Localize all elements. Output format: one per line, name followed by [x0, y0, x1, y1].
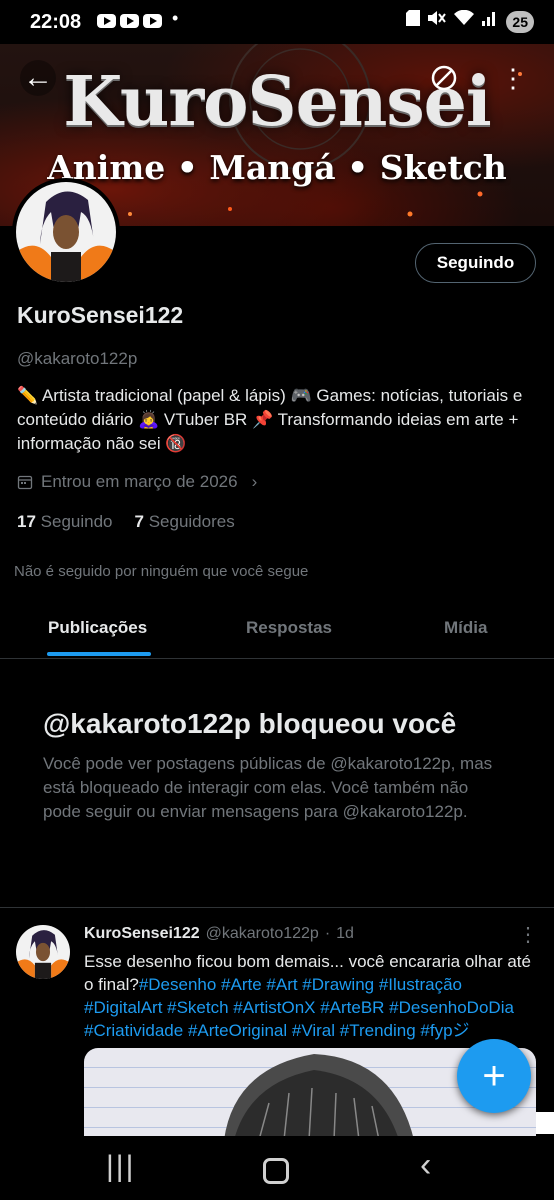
followers-count-link[interactable]: 7 Seguidores	[135, 512, 235, 532]
following-button[interactable]: Seguindo	[415, 243, 536, 283]
followers-count: 7	[134, 512, 144, 531]
post-hashtags[interactable]: #Desenho #Arte #Art #Drawing #Ilustração…	[84, 975, 514, 1040]
blocked-description: Você pode ver postagens públicas de @kak…	[43, 754, 493, 821]
status-time: 22:08	[30, 11, 82, 33]
active-tab-indicator	[47, 652, 151, 656]
back-nav-button[interactable]: ‹	[420, 1146, 431, 1185]
mute-icon	[428, 10, 447, 34]
post-avatar[interactable]	[16, 925, 70, 979]
avatar-image	[16, 182, 116, 282]
youtube-icon	[120, 14, 139, 28]
post-more-button[interactable]: ⋮	[518, 922, 538, 947]
tab-replies[interactable]: Respostas	[246, 618, 332, 638]
post-text: Esse desenho ficou bom demais... você en…	[84, 950, 536, 1042]
joined-date[interactable]: Entrou em março de 2026 ›	[17, 472, 257, 492]
profile-handle: @kakaroto122p	[17, 349, 138, 368]
post-time[interactable]: 1d	[336, 925, 354, 943]
youtube-icon	[143, 14, 162, 28]
ad-choices-icon[interactable]	[536, 1112, 554, 1134]
status-bar: 22:08 • 25	[0, 0, 554, 44]
battery-indicator: 25	[506, 11, 534, 33]
wifi-icon	[454, 9, 475, 34]
post-header: KuroSensei122 @kakaroto122p · 1d	[84, 925, 354, 943]
notification-dot: •	[172, 8, 179, 28]
banner-title: KuroSensei	[63, 62, 491, 142]
tab-posts[interactable]: Publicações	[48, 618, 147, 638]
divider	[0, 907, 554, 908]
block-icon	[431, 65, 457, 91]
calendar-icon	[17, 475, 33, 490]
chevron-right-icon: ›	[251, 472, 258, 491]
followers-label: Seguidores	[148, 512, 235, 531]
home-button[interactable]	[263, 1158, 289, 1184]
sd-card-icon	[406, 10, 421, 34]
youtube-icon	[97, 14, 116, 28]
following-count: 17	[17, 512, 36, 531]
plus-icon: +	[482, 1053, 506, 1098]
post-separator: ·	[324, 925, 331, 942]
recents-button[interactable]: |||	[106, 1150, 135, 1184]
avatar-image	[16, 925, 70, 979]
blocked-button[interactable]	[426, 60, 462, 96]
display-name: KuroSensei122	[17, 302, 184, 328]
tab-media[interactable]: Mídia	[444, 618, 487, 638]
signal-icon	[482, 10, 498, 34]
more-vertical-icon: ⋮	[518, 924, 538, 946]
following-label: Seguindo	[40, 512, 113, 531]
profile-avatar[interactable]	[12, 178, 120, 286]
more-vertical-icon: ⋮	[500, 62, 526, 93]
profile-bio: ✏️ Artista tradicional (papel & lápis) 🎮…	[17, 386, 523, 453]
arrow-left-icon: ←	[23, 61, 53, 94]
followers-you-know-note: Não é seguido por ninguém que você segue	[14, 563, 309, 580]
more-options-button[interactable]: ⋮	[495, 60, 531, 96]
profile-tabs: Publicações Respostas Mídia	[0, 600, 554, 659]
system-nav-bar: ||| ‹	[0, 1136, 554, 1200]
joined-text: Entrou em março de 2026	[41, 472, 238, 491]
post-author-name[interactable]: KuroSensei122	[84, 925, 200, 943]
post-author-handle[interactable]: @kakaroto122p	[206, 925, 319, 943]
compose-button[interactable]: +	[457, 1039, 531, 1113]
follow-counts: 17 Seguindo 7 Seguidores	[17, 512, 235, 532]
blocked-title: @kakaroto122p bloqueou você	[43, 708, 457, 739]
following-count-link[interactable]: 17 Seguindo	[17, 512, 113, 532]
status-icons: 25	[406, 9, 534, 34]
back-button[interactable]: ←	[20, 60, 56, 96]
